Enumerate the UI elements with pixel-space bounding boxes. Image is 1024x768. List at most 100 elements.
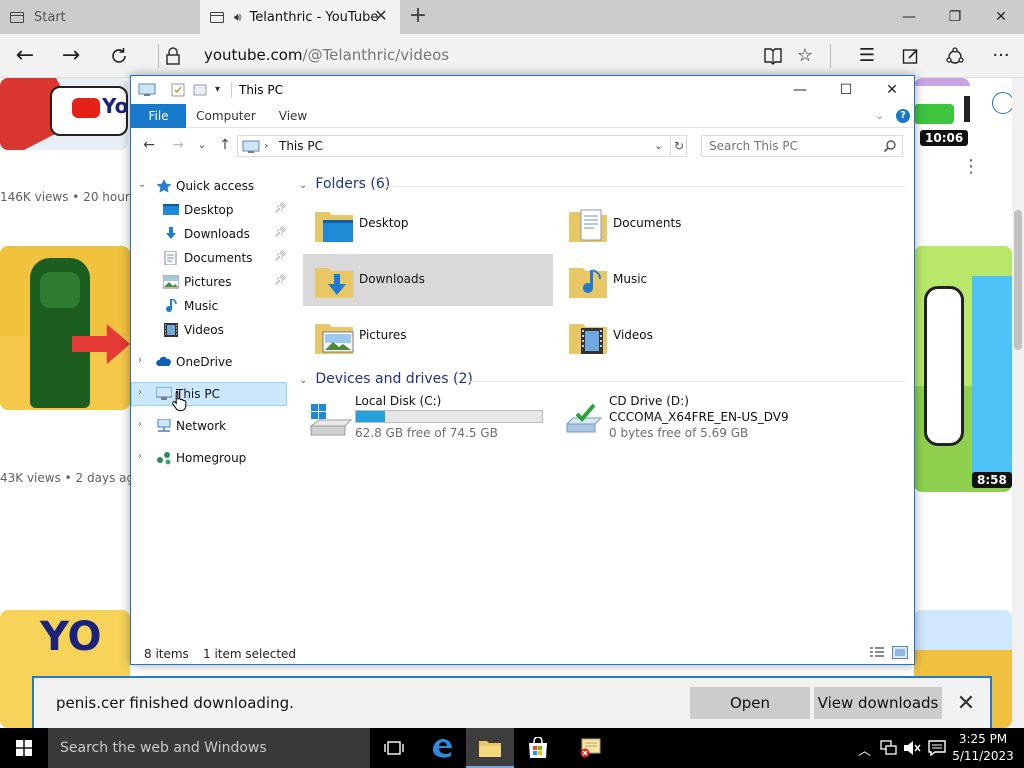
nav-item-homegroup[interactable]: › Homegroup [131, 446, 287, 470]
refresh-icon[interactable]: ↻ [670, 136, 687, 156]
network-icon[interactable] [880, 740, 898, 756]
collapse-chevron-icon[interactable]: ⌄ [299, 375, 307, 386]
forward-arrow-icon[interactable]: → [169, 137, 187, 153]
start-button[interactable] [0, 728, 48, 768]
minimize-button[interactable]: — [886, 0, 932, 34]
maximize-button[interactable]: ☐ [823, 76, 869, 104]
file-explorer-app[interactable] [466, 728, 514, 768]
thumb-text: Yo [102, 94, 128, 118]
refresh-icon[interactable] [104, 41, 134, 71]
edge-app[interactable] [418, 728, 466, 768]
recent-locations-icon[interactable]: ⌄ [193, 140, 211, 151]
certificate-app[interactable] [566, 728, 614, 768]
explorer-title-bar[interactable]: ▾ This PC — ☐ ✕ [131, 76, 914, 104]
task-view-button[interactable] [370, 728, 418, 768]
new-folder-icon[interactable] [193, 83, 207, 97]
nav-item-desktop[interactable]: Desktop 📌︎ [131, 198, 287, 222]
tab-view[interactable]: View [269, 104, 317, 128]
folder-downloads[interactable]: Downloads [303, 254, 553, 306]
address-dropdown-icon[interactable]: ⌄ [654, 139, 663, 152]
web-note-icon[interactable] [896, 41, 926, 71]
expand-chevron-icon[interactable]: › [138, 387, 142, 398]
folder-videos[interactable]: Videos [557, 310, 807, 362]
drives-group-header[interactable]: ⌄ Devices and drives (2) [299, 371, 473, 391]
expand-chevron-icon[interactable]: › [138, 419, 142, 430]
customize-dropdown-icon[interactable]: ▾ [215, 84, 220, 98]
drive-local-disk[interactable]: Local Disk (C:) 62.8 GB free of 74.5 GB [303, 394, 553, 454]
hand-cursor-icon [172, 391, 187, 412]
action-center-icon[interactable] [928, 740, 946, 756]
large-icons-view-icon[interactable] [892, 646, 908, 659]
folder-pictures[interactable]: Pictures [303, 310, 553, 362]
open-button[interactable]: Open [690, 687, 810, 719]
close-tab-icon[interactable]: ✕ [372, 7, 390, 25]
view-downloads-button[interactable]: View downloads [814, 687, 942, 719]
tab-computer[interactable]: Computer [193, 104, 259, 128]
explorer-address-box[interactable]: › This PC ⌄ ↻ [237, 135, 687, 157]
taskbar-search[interactable]: Search the web and Windows [48, 728, 370, 768]
new-tab-button[interactable]: + [406, 3, 430, 29]
search-input[interactable] [702, 136, 882, 156]
video-thumbnail[interactable]: Yo [0, 78, 128, 150]
volume-muted-icon[interactable] [903, 740, 921, 756]
close-button[interactable]: ✕ [978, 0, 1024, 34]
minimize-button[interactable]: — [777, 76, 823, 104]
close-button[interactable]: ✕ [869, 76, 915, 104]
hub-icon[interactable]: ☰ [852, 41, 882, 71]
forward-arrow-icon[interactable]: → [56, 41, 86, 71]
nav-item-onedrive[interactable]: › OneDrive [131, 350, 287, 374]
collapse-chevron-icon[interactable]: ⌄ [138, 179, 146, 190]
help-icon[interactable]: ? [896, 109, 910, 123]
store-app[interactable] [514, 728, 562, 768]
search-icon[interactable] [883, 139, 897, 153]
folders-group-header[interactable]: ⌄ Folders (6) [299, 176, 390, 196]
clock[interactable]: 3:25 PM 5/11/2023 [950, 731, 1016, 765]
explorer-search-box[interactable] [701, 135, 903, 157]
more-options-icon[interactable]: ⋮ [962, 158, 980, 176]
nav-item-this-pc[interactable]: › This PC [131, 382, 287, 406]
favorite-star-icon[interactable]: ☆ [790, 41, 820, 71]
speaker-icon[interactable]: 🔊︎ [234, 10, 242, 25]
folder-documents[interactable]: Documents [557, 198, 807, 250]
scrollbar-thumb[interactable] [1014, 210, 1022, 350]
up-arrow-icon[interactable]: ↑ [216, 137, 234, 153]
folder-music[interactable]: Music [557, 254, 807, 306]
folder-desktop[interactable]: Desktop [303, 198, 553, 250]
expand-chevron-icon[interactable]: › [138, 355, 142, 366]
account-icon[interactable] [992, 92, 1014, 114]
drive-cd[interactable]: CD Drive (D:) CCCOMA_X64FRE_EN-US_DV9 0 … [557, 394, 857, 454]
nav-item-network[interactable]: › Network [131, 414, 287, 438]
properties-icon[interactable] [171, 83, 185, 97]
collapse-chevron-icon[interactable]: ⌄ [299, 180, 307, 191]
nav-item-pictures[interactable]: Pictures 📌︎ [131, 270, 287, 294]
breadcrumb-chevron-icon[interactable]: › [264, 139, 268, 152]
nav-item-quick-access[interactable]: ⌄ Quick access [131, 174, 287, 198]
more-icon[interactable]: ··· [986, 41, 1016, 71]
video-thumbnail[interactable] [914, 246, 1012, 492]
reading-view-icon[interactable] [758, 41, 788, 71]
video-thumbnail[interactable] [0, 246, 130, 410]
downloads-icon [166, 227, 176, 239]
nav-item-music[interactable]: Music [131, 294, 287, 318]
page-scrollbar[interactable] [1012, 78, 1024, 728]
nav-item-videos[interactable]: Videos [131, 318, 287, 342]
tab-file[interactable]: File [131, 104, 186, 128]
url-field[interactable]: youtube.com/@Telanthric/videos [204, 46, 449, 64]
nav-item-documents[interactable]: Documents 📌︎ [131, 246, 287, 270]
details-view-icon[interactable] [869, 646, 885, 659]
close-icon[interactable]: ✕ [952, 690, 980, 718]
tab-start[interactable]: Start [0, 0, 200, 34]
breadcrumb[interactable]: This PC [279, 139, 323, 153]
nav-item-downloads[interactable]: Downloads 📌︎ [131, 222, 287, 246]
download-notification: penis.cer finished downloading. Open Vie… [32, 676, 992, 728]
browser-tab-bar: Start 🔊︎ Telanthric - YouTube ✕ + — ❐ ✕ [0, 0, 1024, 34]
back-arrow-icon[interactable]: ← [10, 41, 40, 71]
expand-chevron-icon[interactable]: › [138, 451, 142, 462]
nav-item-label: Pictures [184, 275, 232, 289]
show-hidden-icons[interactable]: ︿ [858, 740, 871, 759]
tab-youtube[interactable]: 🔊︎ Telanthric - YouTube ✕ [200, 0, 400, 34]
back-arrow-icon[interactable]: ← [140, 137, 158, 153]
expand-ribbon-icon[interactable]: ⌄ [875, 109, 884, 122]
restore-button[interactable]: ❐ [932, 0, 978, 34]
share-icon[interactable] [940, 41, 970, 71]
